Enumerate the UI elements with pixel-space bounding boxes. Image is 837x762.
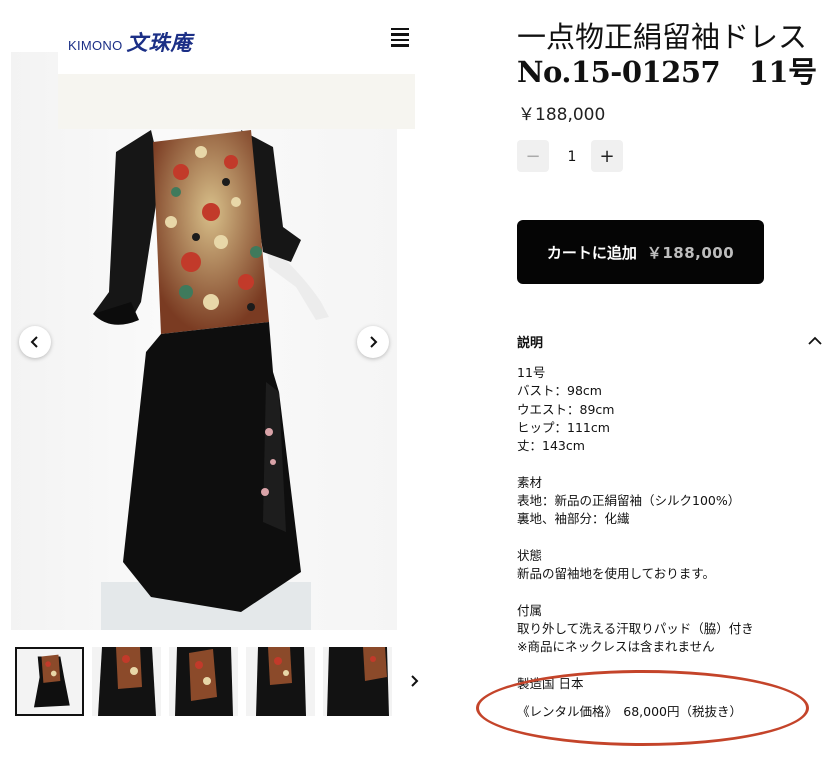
desc-condition-text: 新品の留袖地を使用しております。 bbox=[517, 566, 716, 582]
add-to-cart-button[interactable]: カートに追加 ￥188,000 bbox=[517, 220, 764, 284]
minus-icon: − bbox=[525, 145, 541, 167]
header-banner-strip bbox=[58, 74, 415, 129]
desc-accessory-line2: ※商品にネックレスは含まれません bbox=[517, 639, 715, 655]
add-to-cart-label: カートに追加 bbox=[546, 243, 637, 262]
description-content: 11号 バスト：98cm ウエスト：89cm ヒップ：111cm 丈：143cm… bbox=[517, 364, 817, 722]
desc-accessory-heading: 付属 bbox=[517, 602, 543, 618]
product-main-image bbox=[11, 52, 397, 630]
logo-latin-text: KIMONO bbox=[68, 38, 123, 53]
thumbnail-next-button[interactable] bbox=[404, 670, 426, 692]
chevron-up-icon bbox=[808, 336, 822, 345]
description-accordion-toggle[interactable]: 説明 bbox=[517, 330, 822, 352]
desc-hip: ヒップ：111cm bbox=[517, 419, 610, 435]
desc-rental-price: 《レンタル価格》 68,000円（税抜き） bbox=[517, 704, 742, 720]
chevron-right-icon bbox=[370, 336, 378, 348]
product-title-line2: No.15-01257 11号 bbox=[517, 55, 817, 89]
gallery-prev-button[interactable] bbox=[19, 326, 51, 358]
chevron-left-icon bbox=[30, 336, 38, 348]
thumbnail-3[interactable] bbox=[169, 647, 238, 716]
quantity-decrease-button[interactable]: − bbox=[517, 140, 549, 172]
quantity-increase-button[interactable]: + bbox=[591, 140, 623, 172]
product-price: ￥188,000 bbox=[518, 105, 606, 125]
plus-icon: + bbox=[599, 145, 615, 167]
thumbnail-4[interactable] bbox=[246, 647, 315, 716]
product-title: 一点物正絹留袖ドレス No.15-01257 11号 bbox=[517, 20, 832, 90]
hamburger-menu-icon[interactable] bbox=[389, 28, 411, 50]
desc-bust: バスト：98cm bbox=[517, 383, 602, 399]
logo-kanji-text: 文珠庵 bbox=[126, 30, 193, 55]
thumbnail-5[interactable] bbox=[323, 647, 392, 716]
desc-accessory-line1: 取り外して洗える汗取りパッド（脇）付き bbox=[517, 621, 754, 637]
product-title-line1: 一点物正絹留袖ドレス bbox=[517, 20, 808, 54]
quantity-input[interactable] bbox=[556, 140, 588, 174]
desc-material-inner: 裏地、袖部分：化繊 bbox=[517, 511, 630, 527]
gallery-next-button[interactable] bbox=[357, 326, 389, 358]
desc-length: 丈：143cm bbox=[517, 438, 585, 454]
chevron-right-icon bbox=[411, 675, 419, 687]
desc-condition-heading: 状態 bbox=[517, 547, 543, 563]
site-logo[interactable]: KIMONO 文珠庵 bbox=[68, 30, 193, 55]
desc-material-heading: 素材 bbox=[517, 474, 543, 490]
description-heading: 説明 bbox=[517, 335, 544, 351]
add-to-cart-price: ￥188,000 bbox=[646, 243, 735, 262]
thumbnail-1[interactable] bbox=[15, 647, 84, 716]
desc-size: 11号 bbox=[517, 365, 546, 380]
desc-waist: ウエスト：89cm bbox=[517, 401, 615, 417]
desc-material-outer: 表地：新品の正絹留袖（シルク100%） bbox=[517, 493, 741, 509]
thumbnail-2[interactable] bbox=[92, 647, 161, 716]
desc-origin: 製造国 日本 bbox=[517, 676, 584, 692]
